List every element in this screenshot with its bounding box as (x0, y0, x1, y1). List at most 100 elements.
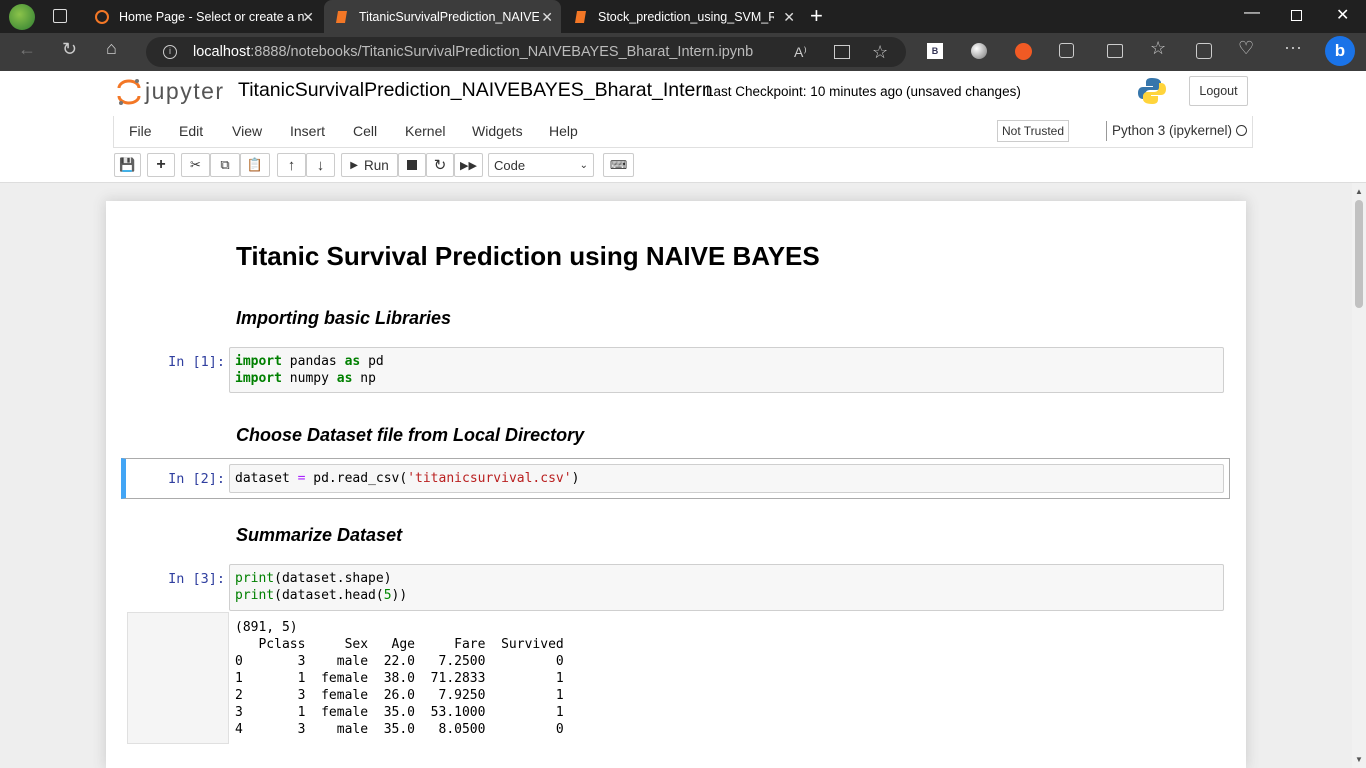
close-icon[interactable]: ✕ (541, 9, 553, 26)
tab-title: Home Page - Select or create a n (119, 9, 304, 24)
tab-titanic-notebook[interactable]: TitanicSurvivalPrediction_NAIVEB ✕ (324, 0, 561, 33)
code-token: (dataset.head( (274, 588, 384, 603)
save-icon: 💾 (119, 157, 136, 172)
restore-button[interactable] (1291, 10, 1302, 21)
interrupt-button[interactable] (398, 153, 426, 177)
profile-avatar[interactable] (9, 4, 35, 30)
notebook-tab-icon (575, 10, 586, 23)
read-aloud-icon[interactable]: A⁾ (794, 37, 807, 67)
code-token: as (344, 354, 361, 369)
extension-ball-icon[interactable] (971, 43, 987, 59)
cell-type-value: Code (494, 157, 526, 173)
fast-forward-icon: ▶▶ (460, 159, 477, 172)
code-token: print (235, 588, 275, 603)
save-button[interactable]: 💾 (114, 153, 141, 177)
cell-3-output: (891, 5) Pclass Sex Age Fare Survived 0 … (235, 620, 564, 737)
minimize-button[interactable]: — (1244, 4, 1260, 22)
run-label: Run (363, 157, 389, 173)
play-icon: ▶ (350, 159, 358, 171)
page-scrollbar[interactable]: ▲ ▼ (1352, 183, 1366, 768)
browser-tab-strip: Home Page - Select or create a n ✕ Titan… (0, 0, 1366, 33)
restart-icon: ↻ (433, 157, 447, 174)
kernel-idle-indicator-icon (1236, 125, 1247, 136)
menu-edit[interactable]: Edit (179, 123, 203, 139)
not-trusted-button[interactable]: Not Trusted (997, 120, 1069, 142)
kernel-divider (1106, 121, 1107, 141)
insert-cell-button[interactable]: + (147, 153, 175, 177)
home-icon[interactable]: ⌂ (106, 38, 117, 59)
code-token: (dataset.shape) (274, 571, 392, 586)
scissors-icon: ✂ (190, 157, 201, 172)
bing-copilot-icon[interactable]: b (1325, 36, 1355, 66)
refresh-icon[interactable]: ↻ (62, 39, 77, 60)
restart-button[interactable]: ↻ (426, 153, 454, 177)
heading-summarize-dataset: Summarize Dataset (236, 525, 403, 545)
menu-widgets[interactable]: Widgets (472, 123, 523, 139)
close-icon[interactable]: ✕ (783, 9, 795, 26)
health-icon[interactable]: ♡ (1238, 38, 1254, 59)
menu-cell[interactable]: Cell (353, 123, 377, 139)
new-tab-button[interactable]: + (810, 3, 823, 29)
info-icon[interactable]: i (163, 45, 177, 59)
command-palette-button[interactable]: ⌨ (603, 153, 634, 177)
cell-3-prompt: In [3]: (168, 571, 225, 587)
logout-button[interactable]: Logout (1189, 76, 1248, 106)
code-token: numpy (281, 371, 337, 386)
jupyter-logo-icon (117, 79, 141, 105)
code-token: as (336, 371, 353, 386)
url-input[interactable]: i localhost:8888/notebooks/TitanicSurviv… (146, 37, 906, 67)
run-button[interactable]: ▶ Run (341, 153, 398, 177)
favorites-icon[interactable]: ☆ (1150, 38, 1166, 59)
code-token: dataset (235, 471, 298, 486)
menu-help[interactable]: Help (549, 123, 578, 139)
more-menu-icon[interactable]: ··· (1284, 37, 1302, 58)
cell-3-input[interactable]: print(dataset.shape) print(dataset.head(… (229, 564, 1224, 611)
back-icon[interactable]: ← (18, 39, 36, 60)
code-token: )) (391, 588, 408, 603)
cell-2-prompt: In [2]: (168, 471, 225, 487)
copy-icon: ⧉ (220, 157, 230, 172)
cell-1-input[interactable]: import pandas as pd import numpy as np (229, 347, 1224, 393)
extension-orange-icon[interactable] (1015, 43, 1032, 60)
code-token: import (235, 371, 282, 386)
restart-run-all-button[interactable]: ▶▶ (454, 153, 483, 177)
collections-icon[interactable] (1196, 43, 1212, 59)
scroll-up-icon[interactable]: ▲ (1355, 187, 1363, 196)
paste-button[interactable]: 📋 (240, 153, 270, 177)
code-token: 'titanicsurvival.csv' (407, 471, 572, 486)
close-window-button[interactable]: ✕ (1336, 5, 1349, 25)
python-logo-icon (1138, 78, 1166, 104)
close-icon[interactable]: ✕ (302, 9, 314, 26)
extensions-puzzle-icon[interactable] (1059, 43, 1074, 58)
menu-kernel[interactable]: Kernel (405, 123, 445, 139)
favorite-star-icon[interactable]: ☆ (872, 37, 888, 67)
jupyter-tab-icon (95, 9, 109, 24)
split-screen-icon[interactable] (1107, 44, 1123, 58)
scrollbar-thumb[interactable] (1355, 200, 1363, 308)
move-up-button[interactable]: ↑ (277, 153, 306, 177)
cell-type-select[interactable]: Code ⌄ (488, 153, 594, 177)
menu-view[interactable]: View (232, 123, 262, 139)
cut-button[interactable]: ✂ (181, 153, 210, 177)
arrow-up-icon: ↑ (287, 156, 296, 174)
scroll-down-icon[interactable]: ▼ (1355, 755, 1363, 764)
heading-choose-dataset: Choose Dataset file from Local Directory (236, 425, 585, 445)
tab-stock-notebook[interactable]: Stock_prediction_using_SVM_REG ✕ (563, 0, 803, 33)
move-down-button[interactable]: ↓ (306, 153, 335, 177)
code-token: import (235, 354, 282, 369)
code-token: np (352, 371, 376, 386)
url-host: localhost (193, 44, 251, 60)
menu-file[interactable]: File (129, 123, 152, 139)
output-prompt-area[interactable] (127, 612, 229, 744)
notebook-name[interactable]: TitanicSurvivalPrediction_NAIVEBAYES_Bha… (238, 79, 713, 102)
menu-insert[interactable]: Insert (290, 123, 325, 139)
tab-home-page[interactable]: Home Page - Select or create a n ✕ (82, 0, 322, 33)
menubar (113, 116, 1253, 148)
cell-2-input[interactable]: dataset = pd.read_csv('titanicsurvival.c… (229, 464, 1224, 493)
autosave-status: (unsaved changes) (906, 84, 1021, 99)
extension-b-icon[interactable]: B (927, 43, 943, 59)
tab-actions-icon[interactable] (53, 9, 67, 23)
app-available-icon[interactable] (834, 45, 850, 59)
copy-button[interactable]: ⧉ (210, 153, 240, 177)
code-token: print (235, 571, 275, 586)
